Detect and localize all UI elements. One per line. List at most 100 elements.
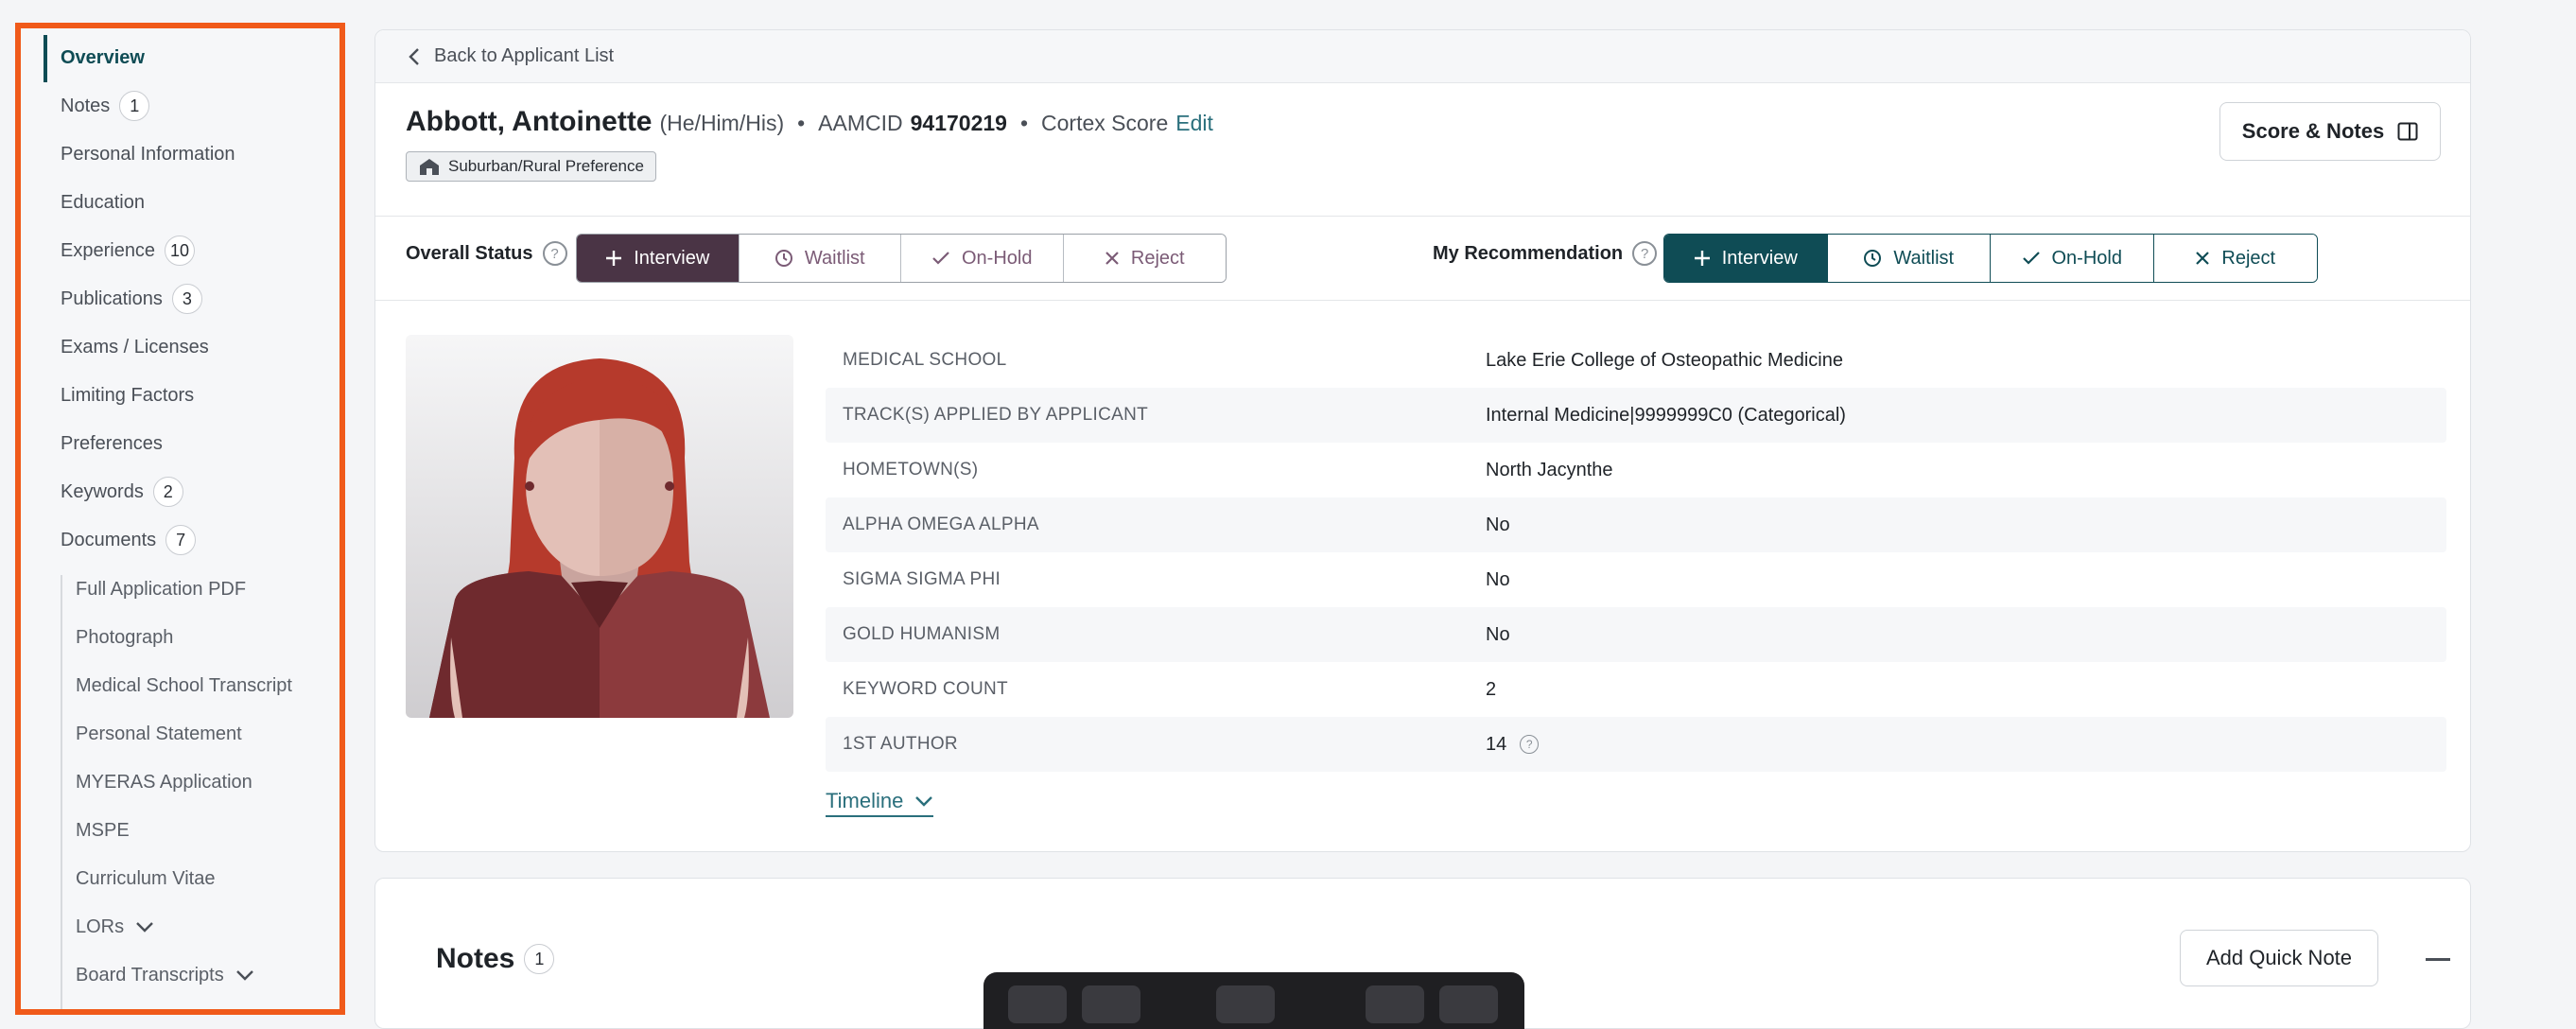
sidebar-doc-medical-school-transcript[interactable]: Medical School Transcript (21, 664, 333, 707)
preference-tag: Suburban/Rural Preference (406, 151, 656, 182)
button-label: Interview (634, 247, 710, 269)
sidebar-doc-photograph[interactable]: Photograph (21, 616, 333, 659)
sidebar-item-label: Preferences (61, 432, 163, 454)
sidebar-item-label: Experience (61, 239, 156, 261)
aamcid-label: AAMCID (818, 111, 903, 135)
info-value: North Jacynthe (1486, 459, 1613, 480)
info-key: HOMETOWN(S) (843, 460, 979, 480)
clock-icon (1864, 250, 1882, 267)
sidebar-item-label: Publications (61, 288, 163, 309)
toolbar-button[interactable] (1008, 985, 1067, 1023)
sidebar-item-notes[interactable]: Notes 1 (21, 84, 333, 128)
sidebar-item-label: Personal Information (61, 143, 235, 165)
pronouns: (He/Him/His) (659, 111, 785, 135)
my-recommendation-label: My Recommendation ? (1433, 241, 1658, 266)
info-key: SIGMA SIGMA PHI (843, 569, 1001, 589)
mine-waitlist-button[interactable]: Waitlist (1827, 235, 1991, 282)
back-to-applicant-list-link[interactable]: Back to Applicant List (375, 30, 2470, 83)
button-label: On-Hold (2051, 247, 2122, 269)
close-icon (2196, 252, 2210, 265)
info-value: Internal Medicine|9999999C0 (Categorical… (1486, 404, 1846, 426)
button-label: Waitlist (1893, 247, 1955, 269)
button-label: Add Quick Note (2205, 946, 2353, 969)
label-text: Overall Status (406, 242, 533, 264)
sidebar-doc-myeras-application[interactable]: MYERAS Application (21, 760, 333, 804)
sidebar-item-label: Full Application PDF (76, 578, 247, 600)
info-key: TRACK(S) APPLIED BY APPLICANT (843, 405, 1149, 425)
sidebar-item-personal-information[interactable]: Personal Information (21, 132, 333, 176)
sidebar-item-experience[interactable]: Experience 10 (21, 229, 333, 272)
sidebar-item-label: Photograph (76, 626, 174, 648)
sidebar-item-label: Overview (61, 46, 145, 68)
button-label: Score & Notes (2241, 119, 2385, 143)
info-row: KEYWORD COUNT 2 (826, 662, 2446, 717)
help-icon[interactable]: ? (1520, 735, 1540, 754)
separator: • (1019, 111, 1029, 135)
timeline-toggle[interactable]: Timeline (826, 789, 934, 817)
back-label: Back to Applicant List (434, 45, 615, 66)
toolbar-button[interactable] (1366, 985, 1424, 1023)
count-badge: 1 (524, 944, 555, 974)
count-badge: 2 (152, 477, 183, 507)
overall-interview-button[interactable]: Interview (577, 235, 740, 282)
chevron-down-icon (915, 796, 933, 807)
sidebar-item-publications[interactable]: Publications 3 (21, 277, 333, 321)
sidebar-item-preferences[interactable]: Preferences (21, 422, 333, 465)
applicant-photo (406, 335, 793, 718)
sidebar-item-documents[interactable]: Documents 7 (21, 518, 333, 562)
info-value: 14 (1486, 733, 1507, 755)
info-key: 1ST AUTHOR (843, 734, 958, 754)
sidebar-doc-mspe[interactable]: MSPE (21, 809, 333, 852)
count-badge: 10 (165, 235, 196, 266)
sidebar-item-exams-licenses[interactable]: Exams / Licenses (21, 325, 333, 369)
applicant-overview-card: Back to Applicant List Abbott, Antoinett… (374, 29, 2471, 852)
sidebar-item-label: Notes (61, 95, 111, 116)
toolbar-button[interactable] (1082, 985, 1140, 1023)
sidebar-item-education[interactable]: Education (21, 181, 333, 224)
timeline-label: Timeline (826, 789, 904, 812)
toolbar-button[interactable] (1439, 985, 1498, 1023)
notes-heading: Notes 1 (436, 943, 555, 975)
score-and-notes-button[interactable]: Score & Notes (2219, 102, 2441, 161)
sidebar-item-overview[interactable]: Overview (21, 36, 333, 79)
sidebar-nav: Overview Notes 1 Personal Information Edu… (15, 23, 345, 1015)
sidebar-item-limiting-factors[interactable]: Limiting Factors (21, 374, 333, 417)
mine-on-hold-button[interactable]: On-Hold (1991, 235, 2154, 282)
sidebar-item-keywords[interactable]: Keywords 2 (21, 470, 333, 514)
info-row: SIGMA SIGMA PHI No (826, 552, 2446, 607)
count-badge: 3 (171, 284, 202, 314)
overall-waitlist-button[interactable]: Waitlist (739, 235, 901, 282)
mine-reject-button[interactable]: Reject (2153, 235, 2317, 282)
sidebar-doc-lors[interactable]: LORs (21, 905, 333, 949)
overall-status-label: Overall Status ? (406, 241, 567, 266)
collapse-icon[interactable] (2426, 958, 2450, 961)
mine-interview-button[interactable]: Interview (1664, 235, 1828, 282)
applicant-name: Abbott, Antoinette (406, 106, 653, 137)
info-row: TRACK(S) APPLIED BY APPLICANT Internal Me… (826, 388, 2446, 443)
aamcid-value: 94170219 (910, 111, 1007, 135)
floating-toolbar (983, 972, 1524, 1029)
plus-icon (606, 251, 622, 266)
sidebar-item-label: LORs (76, 916, 125, 937)
button-label: Waitlist (804, 247, 865, 269)
sidebar-doc-full-application-pdf[interactable]: Full Application PDF (21, 567, 333, 611)
sidebar-item-label: Exams / Licenses (61, 336, 209, 358)
check-icon (2022, 252, 2040, 265)
chevron-left-icon (409, 47, 419, 65)
overall-reject-button[interactable]: Reject (1063, 235, 1226, 282)
overall-on-hold-button[interactable]: On-Hold (901, 235, 1064, 282)
help-icon[interactable]: ? (1632, 241, 1658, 266)
info-value: 2 (1486, 678, 1497, 700)
status-row: Overall Status ? Interview Waitlist On-H… (375, 216, 2470, 301)
count-badge: 7 (165, 525, 197, 555)
sidebar-doc-personal-statement[interactable]: Personal Statement (21, 712, 333, 756)
button-label: Interview (1721, 247, 1798, 269)
edit-cortex-score-link[interactable]: Edit (1175, 111, 1213, 136)
add-quick-note-button[interactable]: Add Quick Note (2180, 930, 2378, 986)
sidebar-doc-curriculum-vitae[interactable]: Curriculum Vitae (21, 857, 333, 900)
help-icon[interactable]: ? (542, 241, 567, 266)
cortex-score-label: Cortex Score (1041, 111, 1169, 135)
sidebar-doc-board-transcripts[interactable]: Board Transcripts (21, 953, 333, 997)
chevron-down-icon (136, 922, 153, 933)
toolbar-button[interactable] (1216, 985, 1275, 1023)
